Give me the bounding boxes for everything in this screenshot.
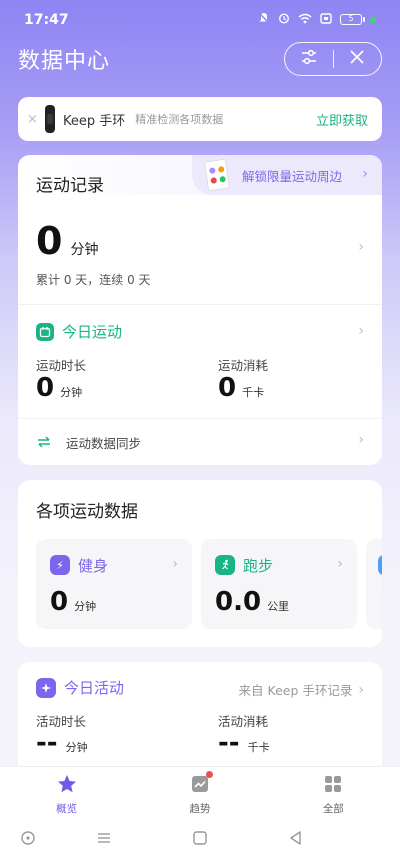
calories-stat: 0 千卡 [218,373,264,403]
calories-value: 0 [218,373,237,403]
sport-tile-running[interactable]: 跑步 › 0.0 公里 [201,539,357,629]
banner-name: Keep 手环 [63,113,126,129]
battery-icon: 5 [340,14,365,25]
sport-stat: 0.0 公里 [215,587,289,617]
get-now-link[interactable]: 立即获取 [316,110,368,129]
sport-unit: 分钟 [74,600,97,613]
sport-stat: 0 分钟 [50,587,96,617]
sport-unit: 公里 [267,600,290,613]
system-nav-bar [0,822,400,853]
divider [18,304,382,305]
keep-band-banner[interactable]: × Keep 手环 精准检测各项数据 立即获取 [18,97,382,141]
sport-tile-fitness[interactable]: ⚡ 健身 › 0 分钟 [36,539,192,629]
promo-link[interactable]: 解锁限量运动周边 › [192,155,382,195]
activity-icon [36,677,56,698]
runner-icon [215,555,235,575]
activity-duration-stat: -- 分钟 [36,728,88,758]
activity-title: 今日活动 [64,679,125,697]
header-capsule [284,42,382,76]
mute-icon [258,12,270,27]
promo-text: 解锁限量运动周边 [242,168,343,184]
sport-value: 0 [50,587,69,617]
activity-calories-unit: 千卡 [247,741,270,754]
total-minutes[interactable]: 0 分钟 [36,219,98,263]
nav-trend[interactable]: 趋势 [133,767,266,822]
sports-data-card: 各项运动数据 ⚡ 健身 › 0 分钟 跑步 › 0.0 公里 [18,480,382,647]
assistant-icon[interactable] [20,830,36,850]
sync-icon [36,433,52,452]
today-exercise-link[interactable]: 今日运动 [36,321,122,342]
activity-calories-value: -- [218,728,240,758]
promo-image [204,158,230,192]
duration-stat: 0 分钟 [36,373,82,403]
sliders-icon [300,49,318,69]
today-exercise-title: 今日运动 [62,323,123,341]
calories-label: 运动消耗 [218,358,269,373]
record-summary: 累计 0 天，连续 0 天 [36,273,151,287]
chevron-right-icon[interactable]: › [358,432,364,448]
wifi-icon [298,13,312,27]
sport-tile-partial[interactable] [366,539,382,629]
chevron-right-icon[interactable]: › [358,323,364,339]
close-button[interactable] [334,43,382,75]
sport-name: 跑步 [243,557,274,575]
chevron-right-icon: › [358,681,364,698]
nav-label: 全部 [322,803,344,815]
star-icon [56,773,78,798]
lightning-icon: ⚡ [50,555,70,575]
nav-label: 趋势 [189,803,211,815]
exercise-record-card: 运动记录 解锁限量运动周边 › 0 分钟 › 累计 0 天，连续 0 天 今日运… [18,155,382,465]
band-image [45,105,55,133]
calendar-icon [36,322,54,341]
charging-icon [370,16,376,23]
duration-label: 运动时长 [36,358,87,373]
sport-value: 0.0 [215,587,262,617]
notification-dot [205,771,213,778]
chevron-right-icon: › [337,556,343,572]
bottom-nav: 概览 趋势 全部 [0,766,400,822]
chevron-right-icon: › [172,556,178,572]
total-minutes-unit: 分钟 [70,242,99,258]
today-activity-header[interactable]: 今日活动 [36,677,124,698]
close-icon [349,49,365,69]
menu-icon[interactable] [96,830,112,850]
banner-desc: 精准检测各项数据 [135,113,224,126]
duration-unit: 分钟 [60,386,83,399]
sports-title: 各项运动数据 [36,502,138,522]
today-activity-card: 今日活动 来自 Keep 手环记录 › 活动时长 -- 分钟 活动消耗 -- 千… [18,662,382,782]
activity-source: 来自 Keep 手环记录 [238,683,353,698]
calories-unit: 千卡 [242,386,265,399]
back-icon[interactable] [288,830,304,850]
page-title: 数据中心 [18,49,111,74]
record-title: 运动记录 [36,176,104,196]
settings-button[interactable] [285,43,333,75]
activity-calories-stat: -- 千卡 [218,728,270,758]
chevron-right-icon: › [362,166,368,182]
status-time: 17:47 [24,12,69,28]
activity-duration-value: -- [36,728,58,758]
sync-row[interactable]: 运动数据同步 [36,433,141,452]
trend-icon [189,771,213,798]
sport-name: 健身 [78,557,109,575]
home-icon[interactable] [192,830,208,850]
nav-overview[interactable]: 概览 [0,767,133,822]
nav-label: 概览 [56,803,78,815]
chevron-right-icon[interactable]: › [358,239,364,255]
total-minutes-value: 0 [36,219,63,263]
alarm-icon [278,12,290,27]
activity-source-link[interactable]: 来自 Keep 手环记录 › [239,680,364,699]
screen-icon [320,12,332,27]
banner-close-button[interactable]: × [27,112,41,127]
sport-icon [378,555,382,575]
grid-icon [322,773,344,798]
nav-all[interactable]: 全部 [267,767,400,822]
status-icons: 5 [258,12,376,27]
duration-value: 0 [36,373,55,403]
sync-label: 运动数据同步 [66,436,142,451]
activity-duration-unit: 分钟 [65,741,88,754]
divider [18,418,382,419]
